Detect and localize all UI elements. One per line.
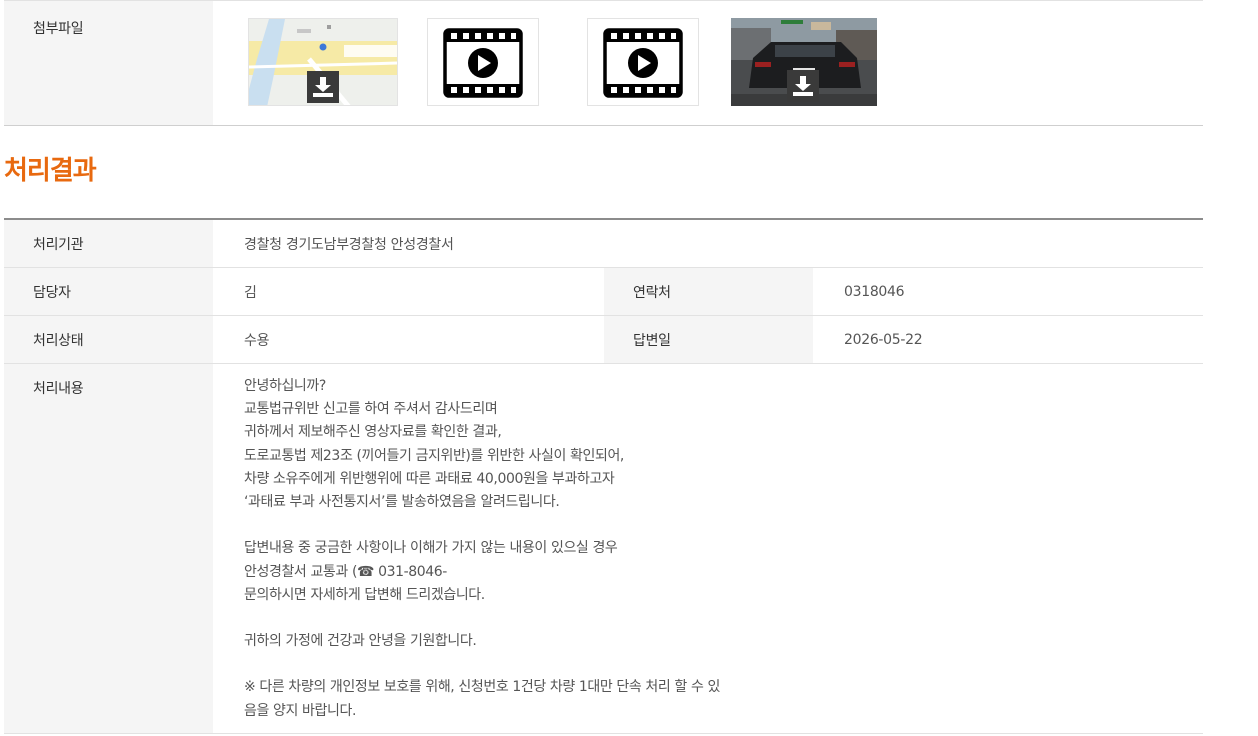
content-line: 안녕하십니까?	[244, 378, 326, 394]
content-line: 교통법규위반 신고를 하여 주셔서 감사드리며	[244, 401, 498, 418]
row-status: 처리상태 수용 답변일 2026-05-22	[4, 316, 1203, 364]
row-content: 처리내용 안녕하십니까? 교통법규위반 신고를 하여 주셔서 감사드리며 귀하께…	[4, 364, 1203, 734]
manager-label: 담당자	[4, 268, 213, 315]
content-line: 도로교통법 제23조 (끼어들기 금지위반)를 위반한 사실이 확인되어,	[244, 447, 624, 464]
download-icon[interactable]	[307, 71, 339, 103]
attachment-car-photo[interactable]	[731, 18, 877, 106]
content-line: 답변내용 중 궁금한 사항이나 이해가 가지 않는 내용이 있으실 경우	[244, 540, 618, 557]
content-line: 문의하시면 자세하게 답변해 드리겠습니다.	[244, 586, 485, 603]
agency-value: 경찰청 경기도남부경찰청 안성경찰서	[244, 236, 454, 253]
download-icon[interactable]	[787, 70, 819, 102]
content-line: ‘과태료 부과 사전통지서’를 발송하였음을 알려드립니다.	[244, 493, 560, 510]
result-table: 처리기관 경찰청 경기도남부경찰청 안성경찰서 담당자 김 연락처 031804…	[4, 218, 1203, 734]
content-line: ※ 다른 차량의 개인정보 보호를 위해, 신청번호 1건당 차량 1대만 단속…	[244, 679, 720, 696]
row-manager: 담당자 김 연락처 0318046	[4, 268, 1203, 316]
content-line	[244, 653, 1203, 676]
contact-label: 연락처	[604, 268, 813, 315]
content-line: 차량 소유주에게 위반행위에 따른 과태료 40,000원을 부과하고자	[244, 470, 615, 487]
video-file-icon	[603, 28, 683, 98]
content-body: 안녕하십니까? 교통법규위반 신고를 하여 주셔서 감사드리며 귀하께서 제보해…	[213, 364, 1203, 733]
status-label: 처리상태	[4, 316, 213, 363]
content-line: 귀하의 가정에 건강과 안녕을 기원합니다.	[244, 633, 477, 650]
content-line: 안성경찰서 교통과 (☎ 031-8046-	[244, 563, 447, 580]
content-line: 음을 양지 바랍니다.	[244, 702, 356, 719]
content-line: 귀하께서 제보해주신 영상자료를 확인한 결과,	[244, 424, 502, 441]
attachments-list	[213, 1, 1203, 125]
attachments-label: 첨부파일	[4, 1, 213, 125]
video-file-icon	[443, 28, 523, 98]
reply-date-label: 답변일	[604, 316, 813, 363]
reply-date-value: 2026-05-22	[844, 331, 923, 348]
manager-value: 김	[244, 284, 257, 301]
content-line	[244, 607, 1203, 630]
row-agency: 처리기관 경찰청 경기도남부경찰청 안성경찰서	[4, 220, 1203, 268]
agency-label: 처리기관	[4, 220, 213, 267]
content-line	[244, 514, 1203, 537]
content-label: 처리내용	[4, 364, 213, 733]
contact-value: 0318046	[844, 283, 905, 300]
attachments-row: 첨부파일	[4, 0, 1203, 126]
status-value: 수용	[244, 332, 270, 349]
section-title-result: 처리결과	[4, 156, 97, 186]
page: 첨부파일 처리결과 처리기관 경찰청 경기도남부경찰청 안성경찰서 담당자 김 …	[4, 0, 1203, 734]
attachment-map-thumbnail[interactable]	[248, 18, 398, 106]
attachment-video-1[interactable]	[427, 18, 539, 106]
attachment-video-2[interactable]	[587, 18, 699, 106]
